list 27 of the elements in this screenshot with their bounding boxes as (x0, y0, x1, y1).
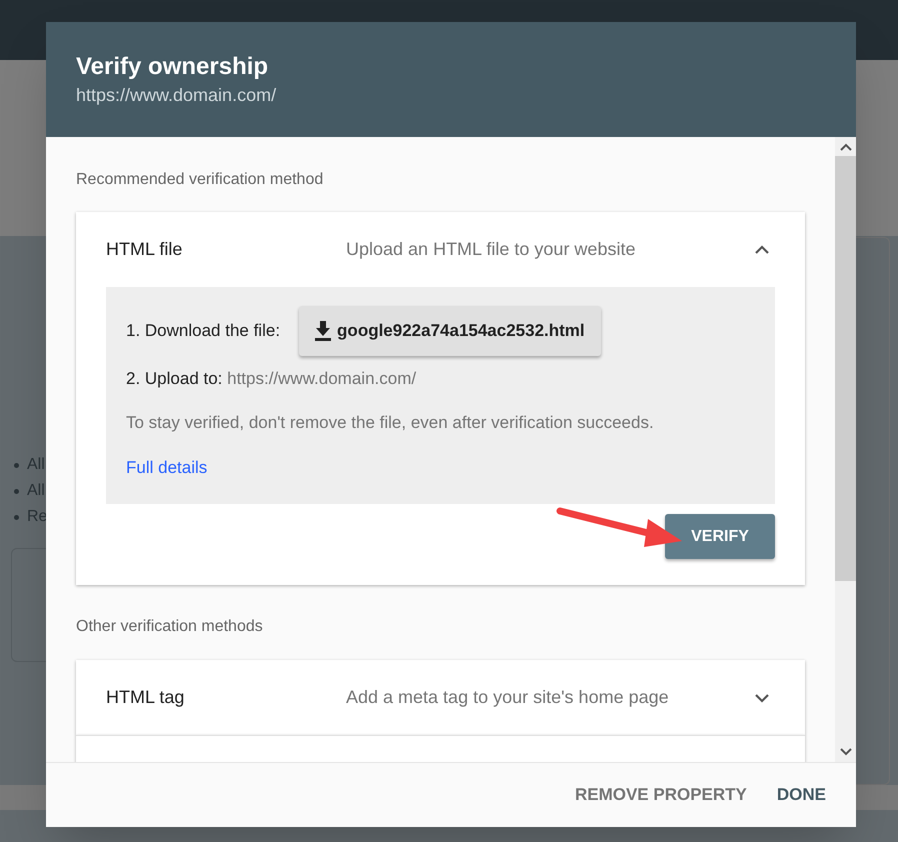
note-text: To stay verified, don't remove the file, even after verification succeeds. (126, 412, 655, 434)
remove-property-button[interactable]: REMOVE PROPERTY (566, 775, 755, 815)
step-label: 1. Download the file: (126, 320, 280, 342)
verify-button[interactable]: VERIFY (665, 514, 775, 559)
method-name: HTML file (106, 238, 184, 261)
section-heading: Recommended verification method (76, 170, 324, 190)
method-description: Upload an HTML file to your website (346, 238, 636, 261)
method-description: Add a meta tag to your site's home page (346, 686, 670, 709)
scroll-down-icon[interactable] (840, 748, 852, 756)
bullet-icon (14, 488, 19, 494)
download-button[interactable]: google922a74a154ac2532.html (299, 306, 601, 356)
full-details-link[interactable]: Full details (126, 458, 208, 477)
dialog-title: Verify ownership (76, 52, 268, 82)
section-heading: Other verification methods (76, 617, 264, 637)
scroll-up-icon[interactable] (840, 143, 852, 151)
list-text: All (27, 481, 45, 501)
chevron-up-icon[interactable] (754, 244, 770, 254)
scrollbar[interactable] (835, 137, 856, 762)
step-text: 2. Upload to: https://www.domain.com/ (126, 368, 418, 390)
method-name: HTML tag (106, 686, 186, 709)
dialog-subtitle: https://www.domain.com/ (76, 84, 276, 107)
download-icon (315, 321, 332, 341)
chevron-down-icon[interactable] (754, 692, 770, 702)
bullet-icon (14, 462, 19, 468)
list-text: All (27, 455, 45, 475)
done-button[interactable]: DONE (768, 775, 834, 815)
bullet-icon (14, 514, 19, 520)
